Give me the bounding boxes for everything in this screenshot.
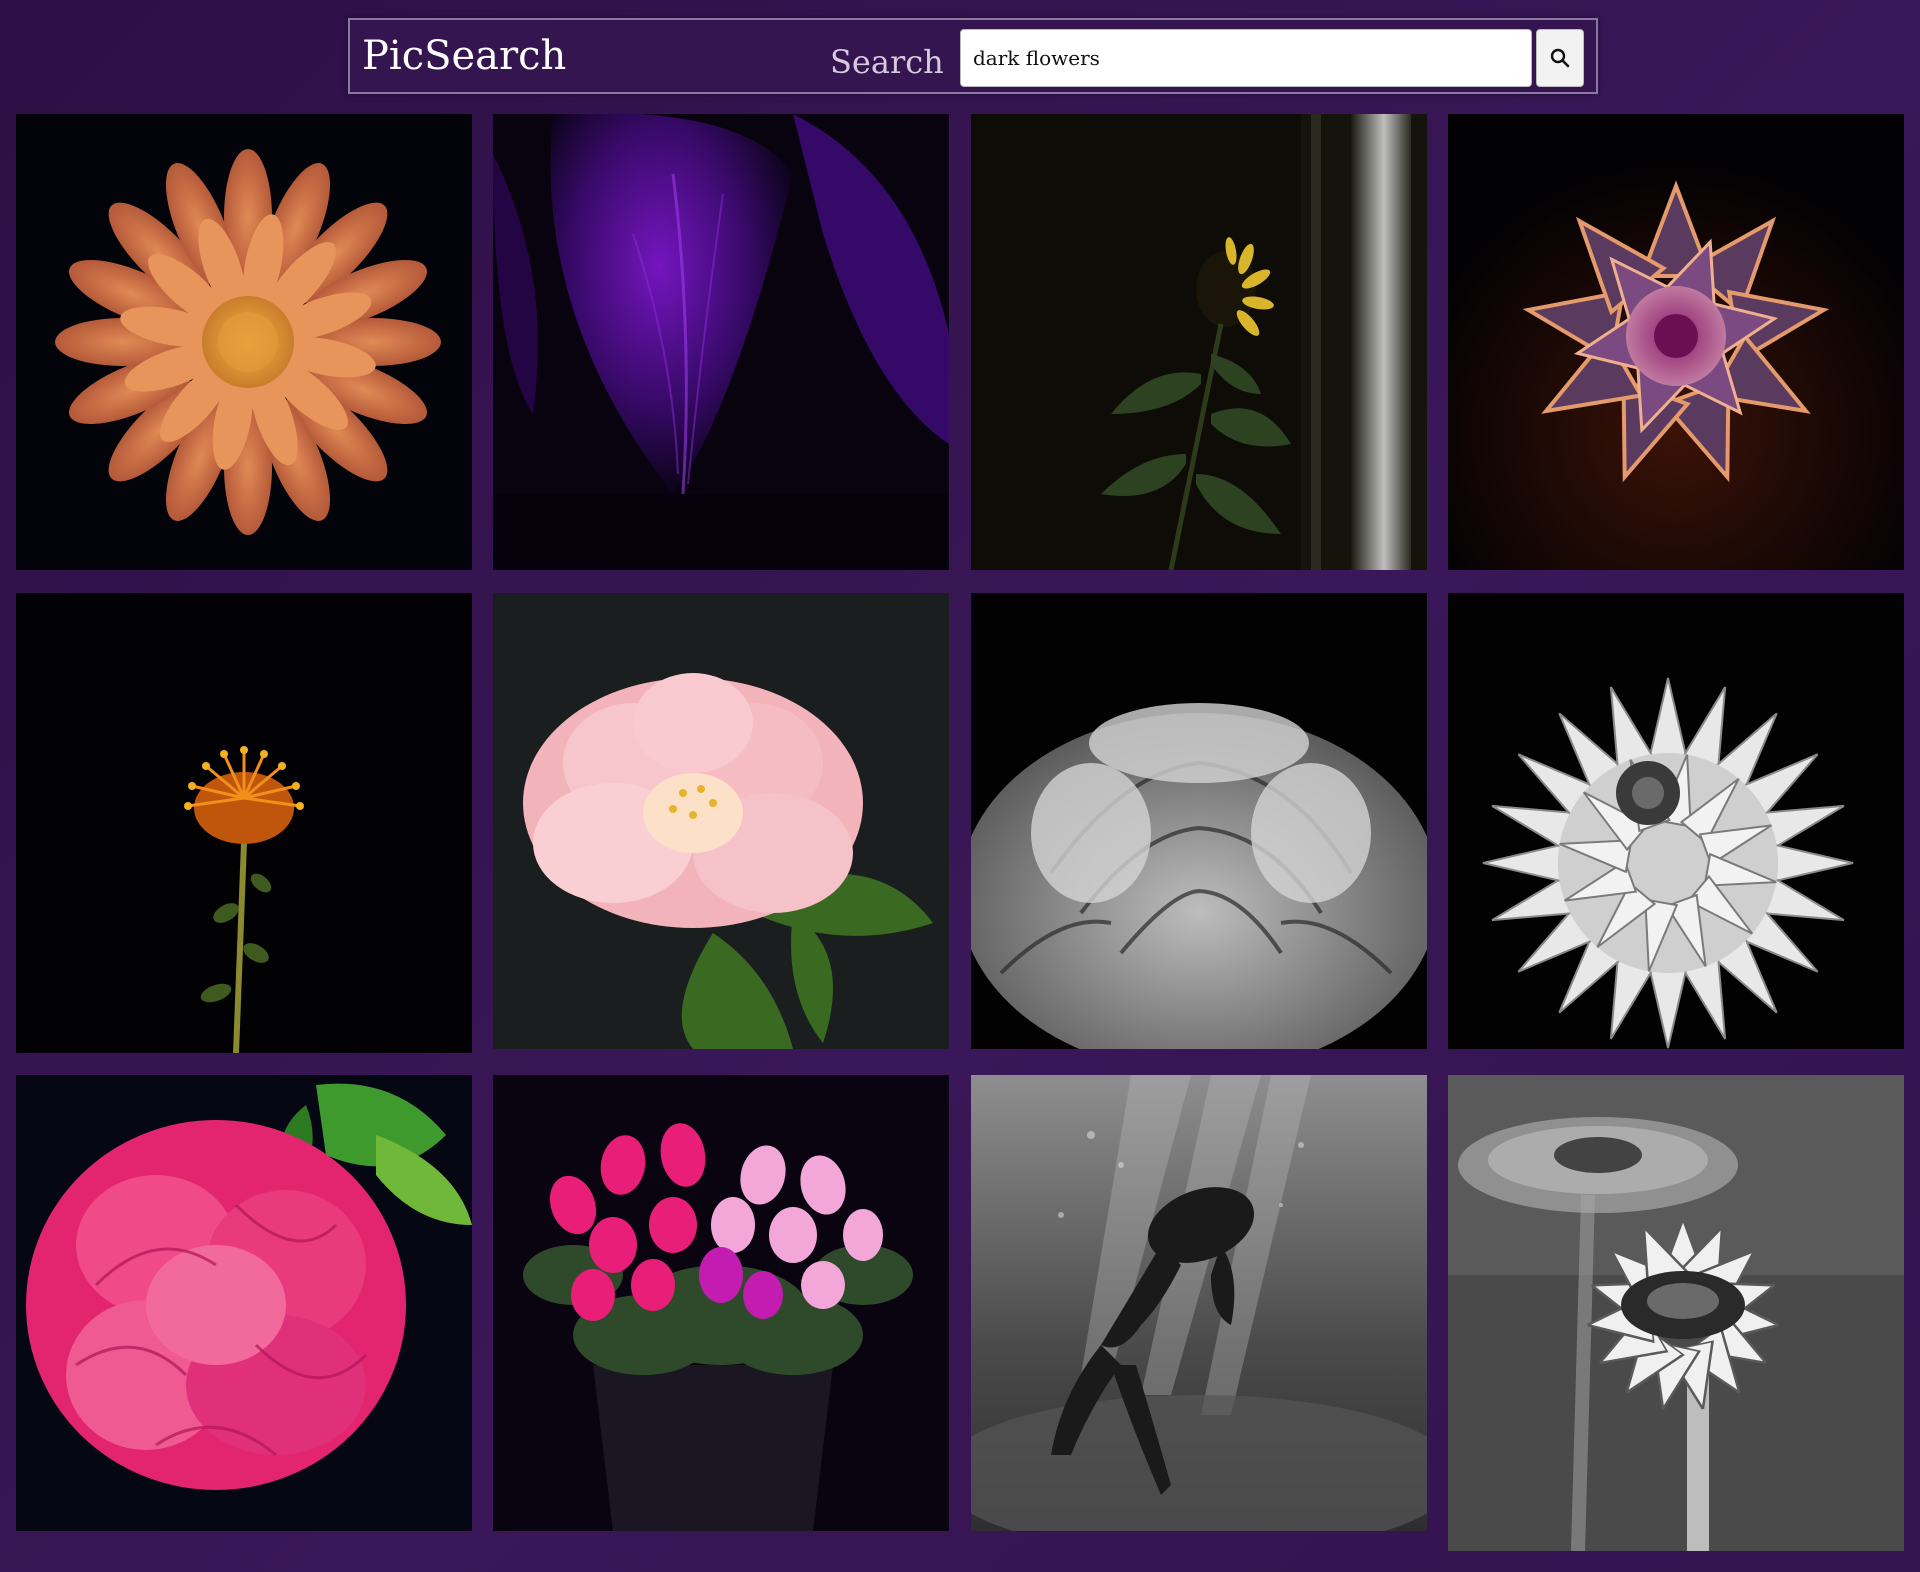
flower-image <box>493 1075 949 1531</box>
image-result-11[interactable] <box>971 1075 1427 1531</box>
flower-image <box>1448 114 1904 570</box>
image-result-3[interactable] <box>971 114 1427 570</box>
image-result-9[interactable] <box>16 1075 472 1531</box>
flower-image <box>971 114 1427 570</box>
photo-image <box>971 1075 1427 1531</box>
image-result-4[interactable] <box>1448 114 1904 570</box>
flower-image <box>493 593 949 1049</box>
image-result-5[interactable] <box>16 593 472 1053</box>
image-result-8[interactable] <box>1448 593 1904 1049</box>
image-result-12[interactable] <box>1448 1075 1904 1551</box>
flower-image <box>1448 1075 1904 1551</box>
search-input[interactable] <box>960 29 1532 87</box>
flower-image <box>16 1075 472 1531</box>
flower-image <box>16 114 472 570</box>
flower-image <box>493 114 949 570</box>
header-bar: PicSearch Search <box>348 18 1598 94</box>
brand-logo[interactable]: PicSearch <box>362 32 566 80</box>
search-label: Search <box>830 43 944 81</box>
search-button[interactable] <box>1536 29 1584 87</box>
flower-image <box>971 593 1427 1049</box>
image-result-7[interactable] <box>971 593 1427 1049</box>
image-result-10[interactable] <box>493 1075 949 1531</box>
search-icon <box>1550 48 1570 68</box>
image-result-1[interactable] <box>16 114 472 570</box>
flower-image <box>16 593 472 1053</box>
image-result-6[interactable] <box>493 593 949 1049</box>
image-result-2[interactable] <box>493 114 949 570</box>
flower-image <box>1448 593 1904 1049</box>
